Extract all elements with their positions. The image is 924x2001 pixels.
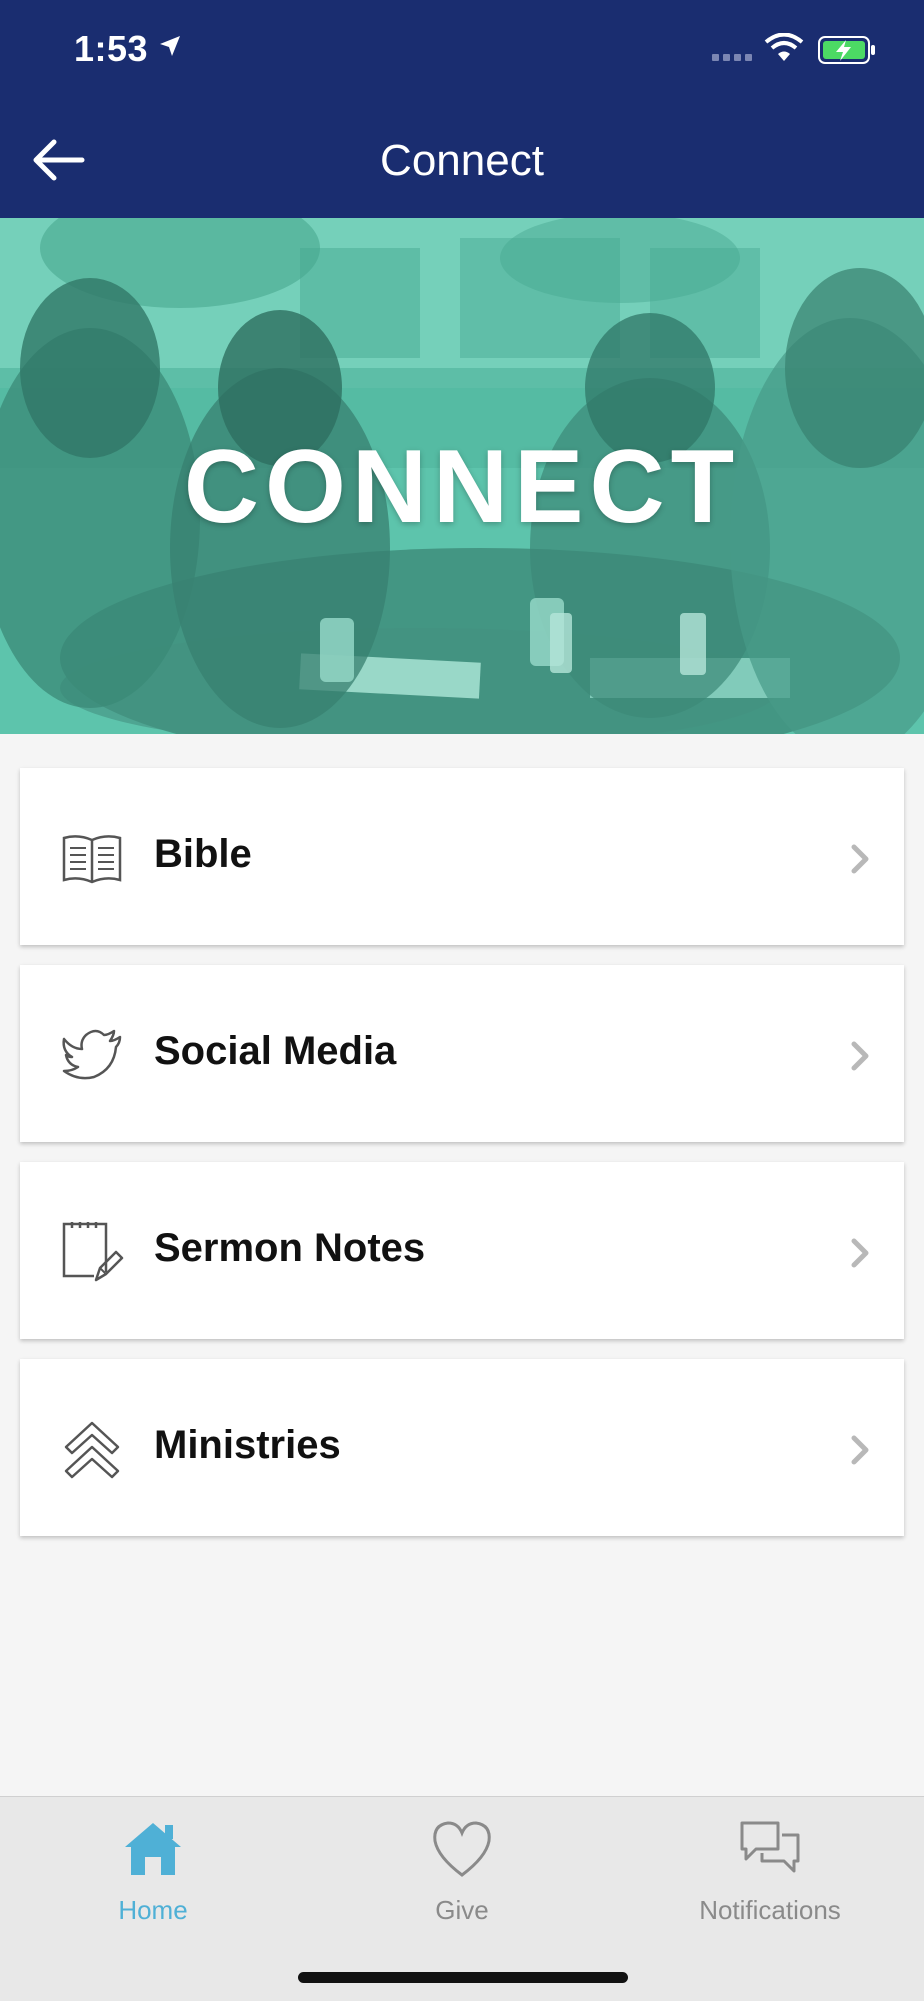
menu-item-label: Bible	[154, 832, 252, 876]
tab-label: Notifications	[699, 1895, 841, 1925]
chevron-right-icon	[851, 844, 869, 874]
status-time: 1:53	[74, 28, 149, 69]
chevron-right-icon	[851, 1435, 869, 1465]
wifi-icon	[764, 33, 804, 61]
tab-notifications[interactable]: Notifications	[670, 1817, 870, 1937]
home-indicator	[298, 1972, 628, 1983]
menu-item-label: Social Media	[154, 1029, 397, 1073]
tab-label: Give	[435, 1895, 489, 1925]
battery-charging-icon	[818, 36, 875, 64]
tab-bar: Home Give Notifications	[0, 1796, 924, 2001]
menu-item-sermon-notes[interactable]: Sermon Notes	[20, 1162, 904, 1339]
status-bar: 1:53	[0, 0, 924, 100]
signal-icon	[712, 54, 752, 61]
menu-item-ministries[interactable]: Ministries	[20, 1359, 904, 1536]
double-chevron-up-icon	[64, 1421, 120, 1479]
menu-item-label: Sermon Notes	[154, 1226, 426, 1270]
hero-title: CONNECT	[183, 429, 741, 545]
tab-give[interactable]: Give	[362, 1817, 562, 1937]
tab-home[interactable]: Home	[53, 1817, 253, 1937]
page-title: Connect	[380, 136, 544, 185]
open-book-icon	[62, 835, 122, 884]
heart-icon	[433, 1821, 491, 1877]
bird-icon	[62, 1029, 122, 1080]
menu-item-social-media[interactable]: Social Media	[20, 965, 904, 1142]
chevron-right-icon	[851, 1041, 869, 1071]
hero-banner: CONNECT	[0, 218, 924, 734]
chat-bubbles-icon	[740, 1821, 800, 1873]
notepad-pencil-icon	[62, 1222, 124, 1282]
tab-label: Home	[118, 1895, 188, 1925]
menu-item-bible[interactable]: Bible	[20, 768, 904, 945]
location-arrow-icon	[160, 36, 180, 56]
chevron-right-icon	[851, 1238, 869, 1268]
home-icon	[125, 1823, 181, 1875]
nav-bar: Connect	[0, 100, 924, 218]
menu-list: Bible Social Media Sermon Notes Ministri…	[20, 768, 904, 1556]
menu-item-label: Ministries	[154, 1423, 341, 1467]
